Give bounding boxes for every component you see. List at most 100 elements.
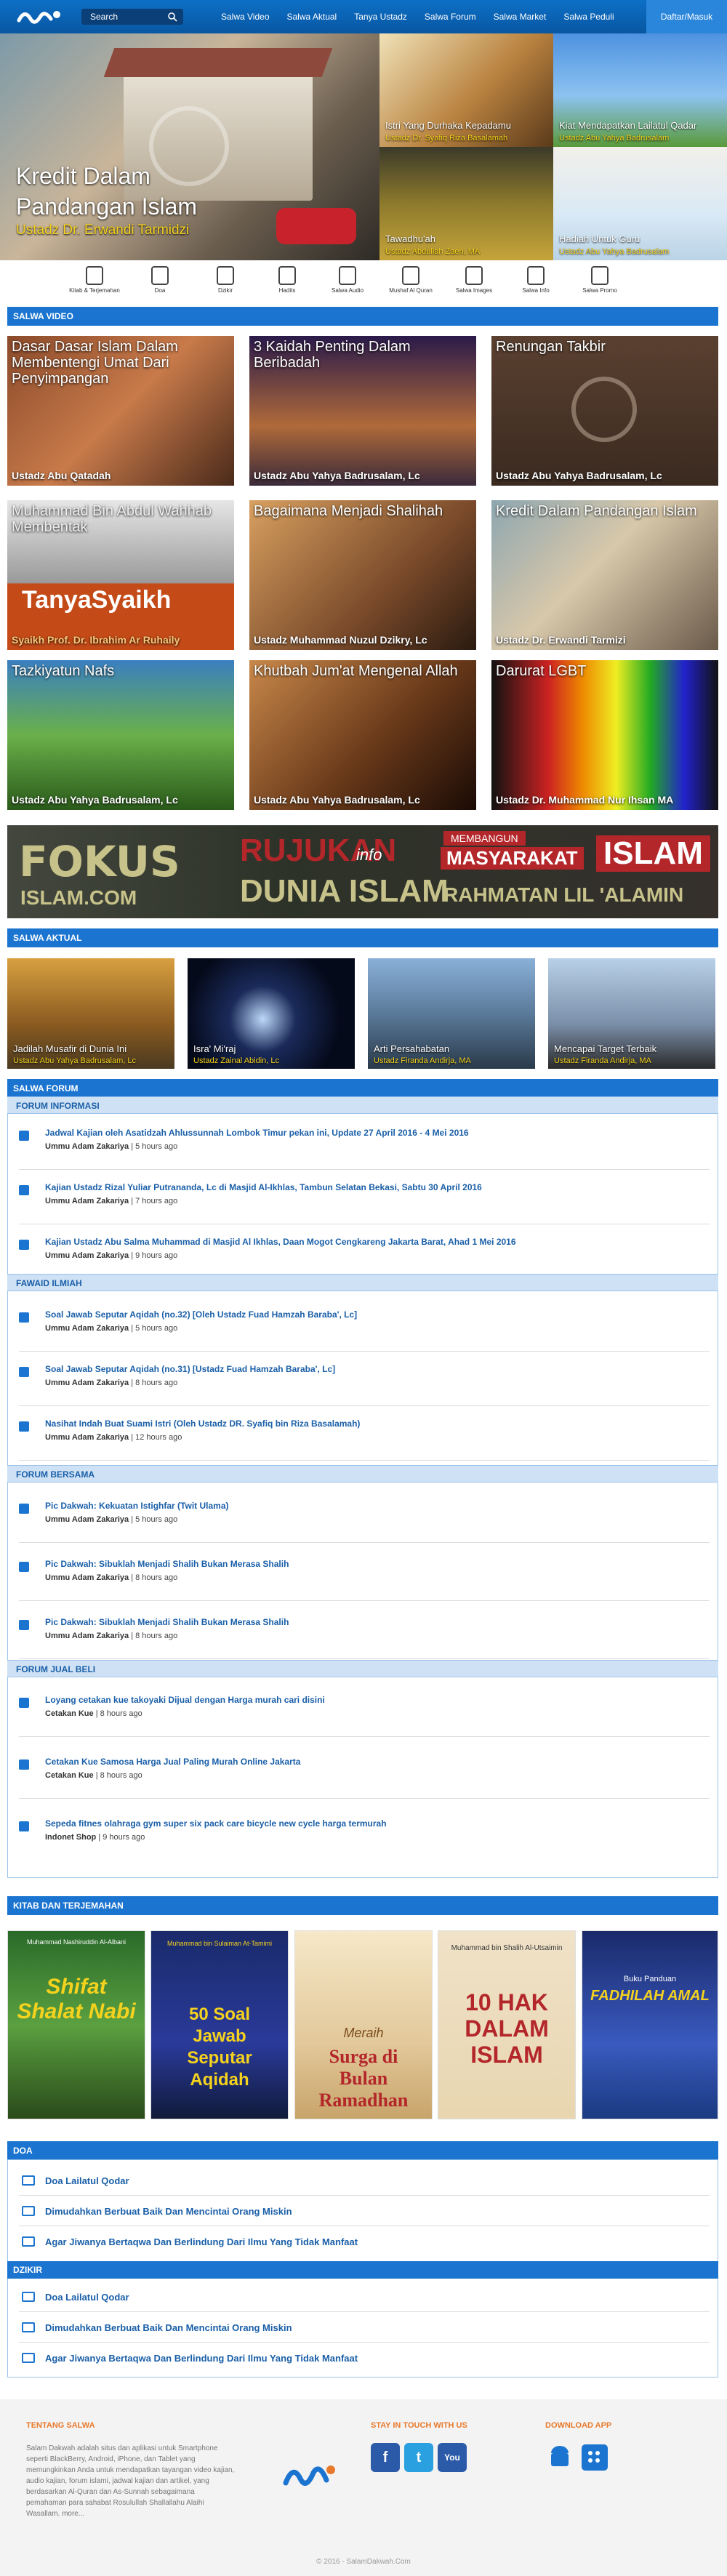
forum-post[interactable]: Pic Dakwah: Sibuklah Menjadi Shalih Buka… [19,1554,710,1601]
book-icon [86,266,103,285]
hero-tile-author: Ustadz Abu Yahya Badrusalam [559,134,670,143]
forum-post[interactable]: Cetakan Kue Samosa Harga Jual Paling Mur… [19,1752,710,1799]
book-cover[interactable]: Meraih Surga di Bulan Ramadhan [294,1930,433,2119]
hero-tile-title: Kiat Mendapatkan Lailatul Qadar [559,120,697,131]
facebook-icon[interactable]: f [371,2443,400,2472]
stack-icon [19,1760,29,1770]
dzikir-item[interactable]: Dimudahkan Berbuat Baik Dan Mencintai Or… [19,2314,710,2343]
book-icon [22,2236,35,2247]
doa-category[interactable]: Doa [131,266,189,294]
copyright: © 2016 - SalamDakwah.Com [316,2558,411,2566]
hero-tile-author: Ustadz Abu Yahya Badrusalam [559,247,670,256]
dzikir-item[interactable]: Agar Jiwanya Bertaqwa Dan Berlindung Dar… [19,2344,710,2373]
forum-section-title[interactable]: FORUM JUAL BELI [7,1660,718,1677]
search-placeholder: Search [90,12,119,22]
hero-tile-title: Istri Yang Durhaka Kepadamu [385,120,511,131]
forum-section-title[interactable]: FORUM INFORMASI [7,1096,718,1114]
info-category[interactable]: Salwa Info [507,266,565,294]
stack-icon [19,1421,29,1432]
hero-tile-author: Ustadz Dr. Syafiq Riza Basalamah [385,134,508,143]
video-card[interactable]: Dasar Dasar Islam Dalam Membentengi Umat… [7,336,234,486]
video-card[interactable]: Muhammad Bin Abdul Wahhab Membentak Tanya… [7,500,234,650]
search-input[interactable]: Search [81,9,183,25]
doa-heading: DOA [7,2141,718,2160]
stack-icon [19,1562,29,1572]
aktual-card[interactable]: Jadilah Musafir di Dunia Ini Ustadz Abu Y… [7,958,174,1069]
aktual-card[interactable]: Mencapai Target Terbaik Ustadz Firanda An… [548,958,715,1069]
dzikir-category[interactable]: Dzikir [196,266,254,294]
hero-author: Ustadz Dr. Erwandi Tarmidzi [16,222,190,238]
doa-item[interactable]: Dimudahkan Berbuat Baik Dan Mencintai Or… [19,2197,710,2226]
microphone-icon [339,266,356,285]
promo-category[interactable]: Salwa Promo [571,266,629,294]
search-icon[interactable] [167,12,177,22]
android-icon[interactable] [545,2443,574,2472]
salwa-logo[interactable] [15,4,65,29]
fokus-islam-banner[interactable]: FOKUS ISLAM.COM RUJUKAN info DUNIA ISLAM… [7,825,718,918]
stack-icon [19,1185,29,1195]
about-text: Salam Dakwah adalah situs dan aplikasi u… [26,2444,235,2518]
stack-icon [19,1367,29,1377]
video-card[interactable]: Bagaimana Menjadi Shalihah Ustadz Muhamma… [249,500,476,650]
images-category[interactable]: Salwa Images [445,266,503,294]
play-icon[interactable] [571,377,637,442]
salwa-aktual-heading: SALWA AKTUAL [7,928,718,947]
forum-post[interactable]: Pic Dakwah: Kekuatan Istighfar (Twit Ula… [19,1496,710,1543]
book-icon [22,2175,35,2186]
stack-icon [19,1312,29,1323]
forum-post[interactable]: Soal Jawab Seputar Aqidah (no.31) [Ustad… [19,1360,710,1406]
twitter-icon[interactable]: t [404,2443,433,2472]
forum-section-title[interactable]: FORUM BERSAMA [7,1465,718,1482]
youtube-icon[interactable]: You [438,2443,467,2472]
category-icon-row: Kitab & Terjemahan Doa Dzikir Hadits Sal… [0,266,727,302]
video-card[interactable]: Khutbah Jum'at Mengenal Allah Ustadz Abu … [249,660,476,810]
video-card[interactable]: Tazkiyatun Nafs Ustadz Abu Yahya Badrusal… [7,660,234,810]
forum-post[interactable]: Kajian Ustadz Abu Salma Muhammad di Masj… [19,1232,710,1279]
book-cover[interactable]: Muhammad bin Shalih Al-Utsaimin 10 HAK D… [438,1930,576,2119]
hero-tile[interactable]: Hadiah Untuk Guru Ustadz Abu Yahya Badru… [553,147,727,260]
forum-post[interactable]: Soal Jawab Seputar Aqidah (no.32) [Oleh … [19,1305,710,1352]
nav-salwa-video[interactable]: Salwa Video [212,0,278,33]
video-card[interactable]: Renungan Takbir Ustadz Abu Yahya Badrusal… [491,336,718,486]
doa-item[interactable]: Agar Jiwanya Bertaqwa Dan Berlindung Dar… [19,2228,710,2257]
dzikir-heading: DZIKIR [7,2261,718,2279]
nav-salwa-forum[interactable]: Salwa Forum [416,0,485,33]
doa-item[interactable]: Doa Lailatul Qodar [19,2167,710,2196]
forum-post[interactable]: Sepeda fitnes olahraga gym super six pac… [19,1814,710,1861]
book-cover[interactable]: Buku Panduan FADHILAH AMAL [582,1930,718,2119]
mushaf-category[interactable]: Mushaf Al Quran [382,266,440,294]
book-icon [22,2292,35,2302]
dzikir-item[interactable]: Doa Lailatul Qodar [19,2283,710,2312]
touch-heading: STAY IN TOUCH WITH US [371,2421,467,2430]
hadits-category[interactable]: Hadits [258,266,316,294]
hero-tile[interactable]: Kiat Mendapatkan Lailatul Qadar Ustadz A… [553,33,727,147]
nav-salwa-market[interactable]: Salwa Market [485,0,555,33]
forum-section-title[interactable]: FAWAID ILMIAH [7,1274,718,1291]
video-card[interactable]: Kredit Dalam Pandangan Islam Ustadz Dr. E… [491,500,718,650]
hero-tile[interactable]: Tawadhu'ah Ustadz Abdullah Zaen, MA [379,147,553,260]
nav-salwa-aktual[interactable]: Salwa Aktual [278,0,346,33]
hero-tile[interactable]: Istri Yang Durhaka Kepadamu Ustadz Dr. S… [379,33,553,147]
video-card[interactable]: Darurat LGBT Ustadz Dr. Muhammad Nur Ihsa… [491,660,718,810]
kitab-category[interactable]: Kitab & Terjemahan [65,266,124,294]
forum-post[interactable]: Jadwal Kajian oleh Asatidzah Ahlussunnah… [19,1123,710,1170]
aktual-card[interactable]: Arti Persahabatan Ustadz Firanda Andirja,… [368,958,535,1069]
forum-post[interactable]: Kajian Ustadz Rizal Yuliar Putrananda, L… [19,1178,710,1224]
login-button[interactable]: Daftar/Masuk [646,0,727,33]
scroll-icon [278,266,296,285]
book-cover[interactable]: Muhammad Nashiruddin Al-Albani Shifat Sh… [7,1930,145,2119]
nav-salwa-peduli[interactable]: Salwa Peduli [555,0,622,33]
book-cover[interactable]: Muhammad bin Sulaiman At-Tamimi 50 Soal … [150,1930,289,2119]
forum-post[interactable]: Nasihat Indah Buat Suami Istri (Oleh Ust… [19,1414,710,1461]
forum-post[interactable]: Loyang cetakan kue takoyaki Dijual denga… [19,1690,710,1737]
salwa-video-heading: SALWA VIDEO [7,307,718,326]
stack-icon [19,1698,29,1708]
forum-post[interactable]: Pic Dakwah: Sibuklah Menjadi Shalih Buka… [19,1613,710,1659]
audio-category[interactable]: Salwa Audio [318,266,377,294]
stack-icon [19,1240,29,1250]
aktual-card[interactable]: Isra' Mi'raj Ustadz Zainal Abidin, Lc [188,958,355,1069]
hero-featured-video[interactable]: Kredit Dalam Pandangan Islam Ustadz Dr. … [0,33,379,260]
nav-tanya-ustadz[interactable]: Tanya Ustadz [345,0,416,33]
video-card[interactable]: 3 Kaidah Penting Dalam Beribadah Ustadz A… [249,336,476,486]
blackberry-icon[interactable] [580,2443,609,2472]
